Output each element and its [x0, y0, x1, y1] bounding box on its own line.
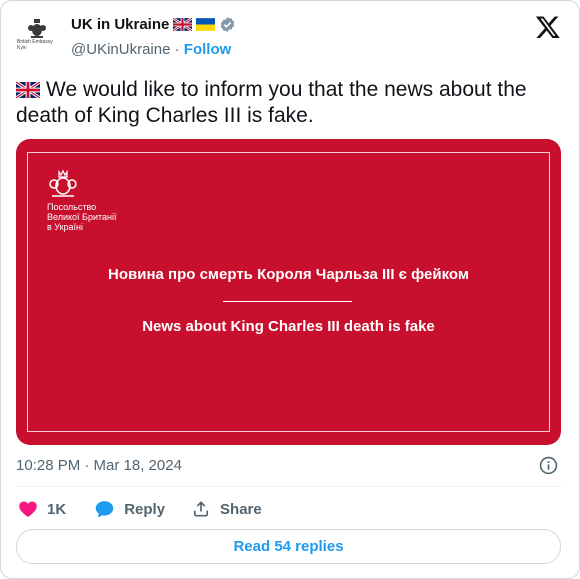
author-handle-row: @UKinUkraine · Follow — [71, 41, 231, 58]
follow-button[interactable]: Follow — [184, 41, 232, 58]
ukraine-flag-icon — [196, 18, 216, 31]
tweet-card: British Embassy Kyiv UK in Ukraine @UKin… — [0, 0, 580, 579]
avatar[interactable]: British Embassy Kyiv — [15, 15, 59, 59]
reply-button[interactable]: Reply — [94, 499, 165, 519]
embassy-line-1: Посольство — [47, 202, 97, 212]
action-bar: 1K Reply Share — [16, 497, 262, 521]
verified-badge-icon — [221, 17, 235, 32]
media-divider — [223, 301, 352, 302]
author-name[interactable]: UK in Ukraine — [71, 16, 169, 33]
divider — [16, 486, 561, 487]
read-replies-button[interactable]: Read 54 replies — [16, 529, 561, 564]
avatar-caption-line-2: Kyiv — [17, 45, 27, 51]
author-handle[interactable]: @UKinUkraine — [71, 41, 170, 58]
uk-flag-icon — [16, 82, 40, 98]
embassy-line-3: в Україні — [47, 222, 84, 232]
tweet-text-body: We would like to inform you that the new… — [16, 78, 527, 127]
uk-flag-icon — [173, 18, 193, 31]
heart-icon — [19, 501, 37, 517]
reply-label: Reply — [124, 500, 166, 518]
like-count: 1K — [47, 500, 67, 518]
embassy-text: Посольство Великої Британії в Україні — [47, 202, 116, 232]
info-icon[interactable] — [539, 456, 558, 475]
media-headline-ukrainian: Новина про смерть Короля Чарльза ІІІ є ф… — [108, 266, 469, 283]
media-headline-english: News about King Charles III death is fak… — [142, 318, 435, 335]
royal-crest-icon — [28, 19, 46, 38]
tweet-media-image[interactable]: Посольство Великої Британії в Україні Но… — [16, 139, 561, 445]
embassy-line-2: Великої Британії — [47, 212, 117, 222]
tweet-text: We would like to inform you that the new… — [16, 77, 561, 129]
avatar-caption: British Embassy Kyiv — [17, 39, 57, 51]
media-frame — [27, 152, 550, 432]
author-name-row: UK in Ukraine — [71, 16, 236, 33]
share-button[interactable]: Share — [191, 499, 262, 519]
speech-bubble-icon — [95, 501, 114, 518]
share-label: Share — [220, 500, 262, 518]
royal-crest-icon — [49, 169, 77, 197]
like-button[interactable]: 1K — [18, 499, 66, 519]
handle-separator: · — [174, 41, 180, 58]
tweet-timestamp[interactable]: 10:28 PM · Mar 18, 2024 — [16, 457, 182, 474]
x-logo-icon[interactable] — [535, 14, 561, 40]
share-icon — [193, 501, 209, 517]
